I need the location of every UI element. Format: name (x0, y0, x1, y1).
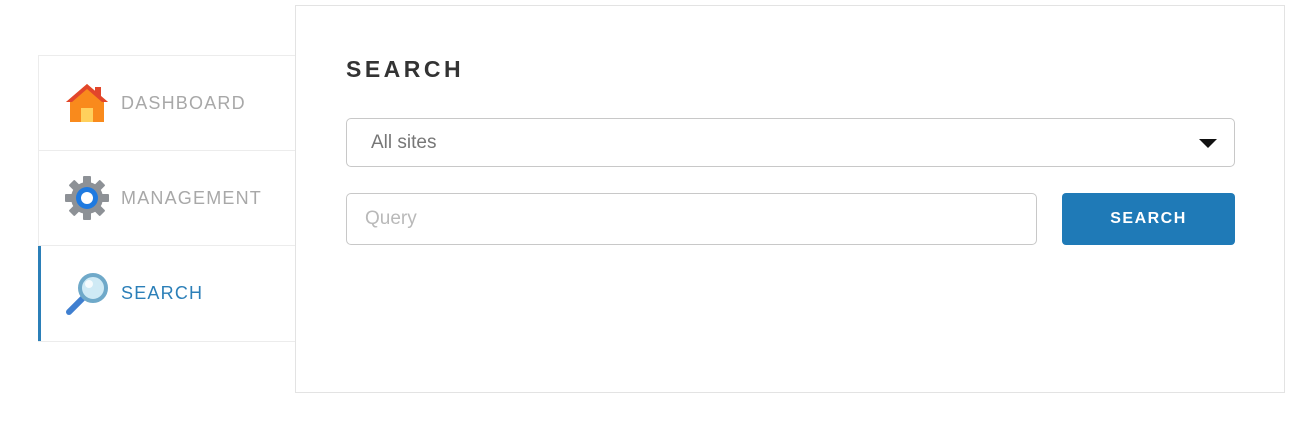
site-select[interactable]: All sites (346, 118, 1235, 167)
page-title: SEARCH (346, 56, 465, 82)
sidebar-item-label: DASHBOARD (121, 92, 246, 113)
search-button[interactable]: SEARCH (1062, 193, 1235, 245)
caret-down-icon (1199, 139, 1217, 148)
sidebar-item-label: SEARCH (121, 283, 204, 303)
sidebar-item-management[interactable]: MANAGEMENT (39, 151, 295, 246)
gear-icon (63, 174, 111, 222)
search-panel: SEARCH All sites SEARCH (295, 5, 1285, 393)
site-select-value: All sites (371, 131, 437, 153)
sidebar-item-label: MANAGEMENT (121, 187, 263, 208)
house-icon (63, 79, 111, 127)
magnifier-icon (63, 270, 111, 318)
sidebar-item-search[interactable]: SEARCH (38, 246, 295, 341)
sidebar-nav: DASHBOARD MANAGEMENT SEARCH (38, 55, 295, 342)
sidebar-item-dashboard[interactable]: DASHBOARD (39, 56, 295, 151)
query-input[interactable] (346, 193, 1037, 245)
app-root: DASHBOARD MANAGEMENT SEARCH SEARCH All s… (0, 0, 1310, 430)
